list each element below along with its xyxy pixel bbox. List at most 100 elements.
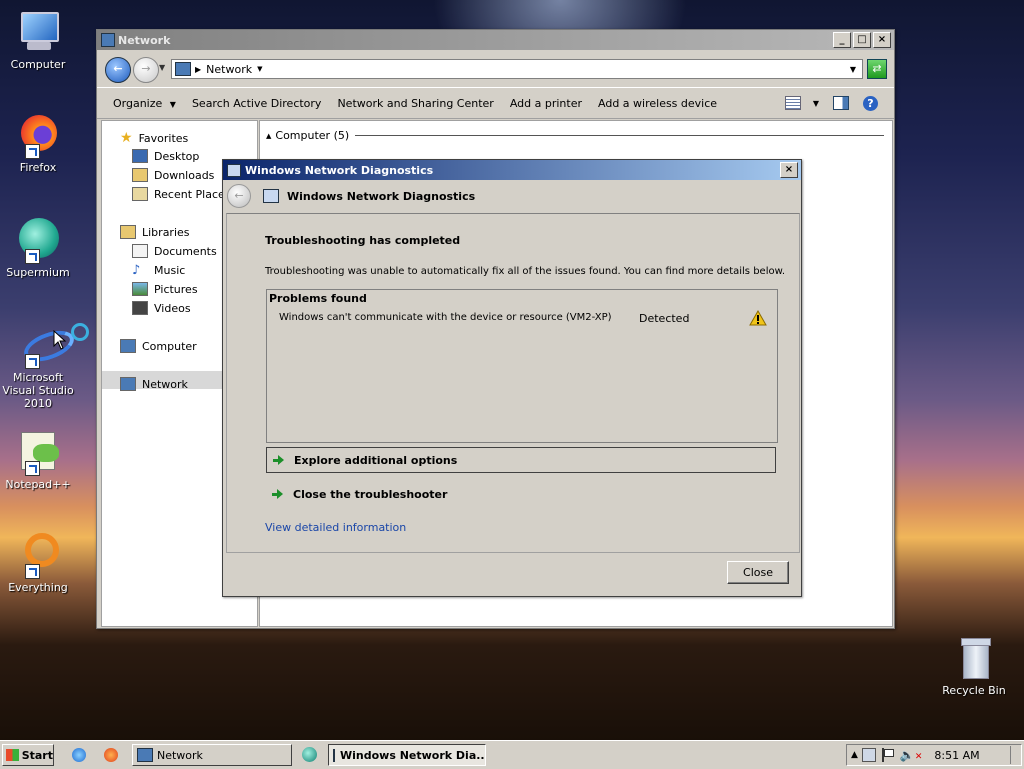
network-small-icon [120, 377, 136, 391]
network-sharing-center-button[interactable]: Network and Sharing Center [329, 97, 501, 110]
taskbar-diagnostics-icon [333, 748, 335, 762]
desktop-icon-label: Microsoft Visual Studio 2010 [2, 371, 74, 410]
quicklaunch-firefox-icon[interactable] [104, 748, 118, 762]
close-button[interactable]: × [873, 32, 891, 48]
nav-libraries[interactable]: Libraries [120, 225, 190, 239]
everything-icon [15, 533, 61, 579]
recent-places-icon [132, 187, 148, 201]
minimize-button[interactable]: _ [833, 32, 851, 48]
desktop-icon-notepadpp[interactable]: Notepad++ [2, 430, 74, 491]
start-button[interactable]: Start [2, 744, 54, 766]
address-bar[interactable]: ▶ Network ▼ ▼ [171, 59, 863, 79]
dialog-close-button[interactable]: × [780, 162, 798, 178]
back-arrow-icon: ← [113, 62, 123, 75]
maximize-button[interactable]: □ [853, 32, 871, 48]
group-header-computer[interactable]: ▲ Computer (5) [266, 129, 884, 142]
organize-menu[interactable]: Organize ▼ [97, 97, 184, 110]
forward-arrow-icon: → [141, 62, 151, 75]
nav-documents[interactable]: Documents [132, 244, 217, 258]
address-network-icon [175, 62, 191, 76]
tray-expand-icon[interactable]: ▲ [851, 750, 858, 760]
forward-button[interactable]: → [133, 57, 159, 83]
result-heading: Troubleshooting has completed [265, 234, 461, 247]
quicklaunch-ie-icon[interactable] [72, 748, 86, 762]
desktop-icon-supermium[interactable]: Supermium [2, 218, 74, 279]
nav-downloads[interactable]: Downloads [132, 168, 214, 182]
problem-row[interactable]: Windows can't communicate with the devic… [267, 310, 777, 330]
recycle-bin-icon [951, 636, 997, 682]
refresh-button[interactable]: ⇄ [867, 59, 887, 79]
desktop-icon-label: Everything [8, 581, 68, 594]
music-icon: ♪ [132, 263, 141, 278]
history-dropdown-icon[interactable]: ▼ [159, 63, 165, 72]
desktop-icon-label: Computer [10, 58, 66, 71]
dialog-header-title: Windows Network Diagnostics [287, 189, 476, 203]
add-wireless-device-button[interactable]: Add a wireless device [590, 97, 725, 110]
documents-icon [132, 244, 148, 258]
header-diagnostics-icon [263, 189, 279, 203]
add-printer-button[interactable]: Add a printer [502, 97, 590, 110]
window-title: Network [118, 33, 171, 47]
dialog-titlebar[interactable]: Windows Network Diagnostics × [223, 160, 801, 180]
search-active-directory-button[interactable]: Search Active Directory [184, 97, 330, 110]
clock[interactable]: 8:51 AM [934, 749, 979, 762]
desktop-icon-everything[interactable]: Everything [2, 533, 74, 594]
dialog-back-button[interactable]: ← [227, 184, 251, 208]
flag-tray-icon[interactable] [880, 748, 894, 762]
nav-videos[interactable]: Videos [132, 301, 191, 315]
close-button[interactable]: Close [727, 561, 789, 584]
taskbar-item-diagnostics[interactable]: Windows Network Dia... [328, 744, 486, 766]
volume-muted-icon[interactable]: 🔈✕ [900, 748, 923, 762]
problem-status: Detected [639, 312, 690, 325]
problems-found-box: Problems found Windows can't communicate… [266, 289, 778, 443]
desktop-icon-label: Firefox [19, 161, 57, 174]
notepadpp-icon [15, 430, 61, 476]
view-detailed-information-link[interactable]: View detailed information [265, 521, 406, 534]
explore-options-link[interactable]: Explore additional options [266, 447, 776, 473]
nav-music[interactable]: ♪ Music [132, 263, 185, 278]
taskbar-item-network[interactable]: Network [132, 744, 292, 766]
back-button[interactable]: ← [105, 57, 131, 83]
dialog-body: Troubleshooting has completed Troublesho… [226, 213, 800, 553]
taskbar-supermium-icon[interactable] [302, 747, 317, 762]
nav-desktop[interactable]: Desktop [132, 149, 199, 163]
libraries-icon [120, 225, 136, 239]
result-message: Troubleshooting was unable to automatica… [265, 266, 786, 277]
show-desktop-button[interactable] [1010, 746, 1019, 764]
refresh-icon: ⇄ [872, 62, 882, 75]
taskbar-network-icon [137, 748, 153, 762]
system-tray: ▲ 🔈✕ 8:51 AM [846, 744, 1022, 766]
nav-recent-places[interactable]: Recent Places [132, 187, 231, 201]
breadcrumb-dropdown-icon[interactable]: ▼ [257, 65, 262, 73]
desktop-icon-firefox[interactable]: Firefox [2, 113, 74, 174]
preview-pane-icon[interactable] [833, 96, 849, 110]
breadcrumb-network[interactable]: Network [206, 63, 252, 76]
computer-small-icon [120, 339, 136, 353]
nav-pictures[interactable]: Pictures [132, 282, 198, 296]
nav-network[interactable]: Network [120, 377, 188, 391]
view-dropdown-icon[interactable]: ▼ [813, 99, 819, 108]
pictures-icon [132, 282, 148, 296]
address-row: ← → ▼ ▶ Network ▼ ▼ ⇄ [97, 51, 894, 87]
desktop-icon-computer[interactable]: Computer [2, 10, 74, 71]
network-tray-icon[interactable] [861, 748, 876, 762]
help-icon[interactable]: ? [863, 95, 878, 111]
star-icon: ★ [120, 130, 133, 146]
nav-computer[interactable]: Computer [120, 339, 197, 353]
explorer-titlebar[interactable]: Network _ □ × [97, 30, 894, 50]
desktop-icon-label: Notepad++ [5, 478, 71, 491]
address-dropdown-icon[interactable]: ▼ [850, 65, 856, 74]
problem-text: Windows can't communicate with the devic… [279, 312, 612, 323]
nav-favorites[interactable]: ★ Favorites [120, 130, 188, 146]
green-arrow-icon [273, 454, 285, 466]
breadcrumb-separator-icon: ▶ [195, 64, 202, 74]
desktop-icon-recycle-bin[interactable]: Recycle Bin [938, 636, 1010, 697]
firefox-icon [15, 113, 61, 159]
collapse-icon: ▲ [266, 131, 272, 140]
network-icon [101, 33, 115, 47]
computer-icon [15, 10, 61, 56]
mouse-cursor-icon [53, 330, 67, 350]
diagnostics-icon [227, 163, 241, 177]
view-options-icon[interactable] [784, 96, 801, 110]
close-troubleshooter-link[interactable]: Close the troubleshooter [266, 481, 776, 507]
